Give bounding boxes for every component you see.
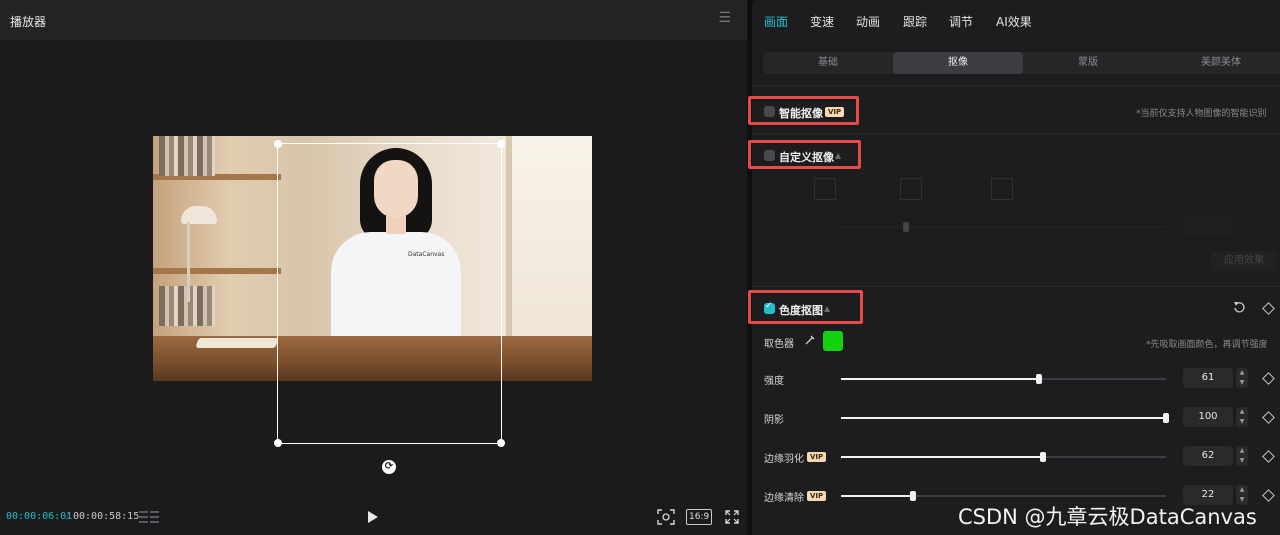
smart-cutout-label: 智能抠像 [779,107,823,120]
subtab-beauty[interactable]: 美颜美体 [1153,52,1280,74]
strength-slider[interactable] [841,374,1166,384]
resize-handle[interactable] [497,140,505,148]
slider-fill [841,495,913,497]
smart-cutout-note: *当前仅支持人物图像的智能识别 [1136,109,1267,119]
strength-label: 强度 [764,376,784,387]
chroma-key-label: 色度抠图 [779,304,823,317]
vip-badge: VIP [807,491,827,501]
lamp-pole [187,222,190,302]
edge-feather-slider[interactable] [841,452,1166,462]
window [506,136,592,336]
resize-handle[interactable] [274,439,282,447]
edge-feather-value[interactable]: 62 [1183,446,1233,466]
slider-knob[interactable] [1163,413,1169,423]
subtab-basic[interactable]: 基础 [763,52,893,74]
strength-value[interactable]: 61 [1183,368,1233,388]
fullscreen-icon[interactable] [724,509,740,525]
books [159,136,215,176]
stepper-icon[interactable]: ▲ ▼ [1236,446,1248,466]
menu-icon[interactable]: ☰ [718,10,731,26]
resize-handle[interactable] [497,439,505,447]
current-time: 00:00:06:01 [6,511,73,522]
slider-fill [841,417,1166,419]
eyedropper-icon[interactable] [804,334,816,346]
tab-adjust[interactable]: 调节 [949,13,973,30]
chroma-note: *先吸取画面颜色，再调节强度 [1146,340,1268,350]
watermark: CSDN @九章云极DataCanvas [958,505,1257,529]
tab-speed[interactable]: 变速 [810,13,834,30]
waveform-grid-icon[interactable] [139,510,159,524]
subtabs: 基础 抠像 蒙版 美颜美体 [763,52,1280,74]
brush-icon[interactable] [814,178,836,200]
slider-knob[interactable] [903,222,909,232]
reset-icon[interactable] [1233,301,1246,314]
play-icon[interactable] [364,509,380,525]
selection-box[interactable] [274,140,505,447]
slider-fill [841,456,1043,458]
tab-picture[interactable]: 画面 [764,13,788,30]
color-picker-label: 取色器 [764,339,794,350]
edge-feather-label: 边缘羽化 [764,454,804,465]
color-swatch[interactable] [823,331,843,351]
caret-up-icon[interactable]: ▲ [824,304,830,313]
player-header: 播放器 ☰ [0,0,747,40]
clear-icon[interactable] [991,178,1013,200]
stepper-icon[interactable]: ▲ ▼ [1236,407,1248,427]
subtab-mask[interactable]: 蒙版 [1023,52,1153,74]
aspect-ratio-button[interactable]: 16:9 [686,509,713,525]
custom-cutout-label: 自定义抠像 [779,151,834,164]
shelf [153,268,281,274]
book [195,338,279,348]
fit-screen-icon[interactable] [657,509,675,525]
edge-clear-slider[interactable] [841,491,1166,501]
eraser-icon[interactable] [900,178,922,200]
vip-badge: VIP [825,107,845,117]
keyframe-icon[interactable] [1262,450,1275,463]
tab-animation[interactable]: 动画 [856,13,880,30]
shadow-label: 阴影 [764,415,784,426]
slider-knob[interactable] [1039,452,1046,462]
tab-tracking[interactable]: 跟踪 [903,13,927,30]
property-tabs: 画面 变速 动画 跟踪 调节 AI效果 [752,0,1280,40]
time-separator: / [66,511,70,522]
caret-up-icon[interactable]: ▲ [835,151,841,160]
slider-fill [841,378,1040,380]
shadow-value[interactable]: 100 [1183,407,1233,427]
apply-effect-button[interactable]: 应用效果 [1211,251,1277,271]
keyframe-icon[interactable] [1262,489,1275,502]
edge-clear-label: 边缘清除 [764,493,804,504]
divider [752,85,1280,86]
properties-panel: 画面 变速 动画 跟踪 调节 AI效果 基础 抠像 蒙版 美颜美体 智能抠像 V… [748,0,1280,535]
chroma-key-checkbox[interactable] [764,301,775,314]
divider [752,133,1280,134]
resize-handle[interactable] [274,140,282,148]
slider-knob[interactable] [909,491,916,501]
stepper-icon[interactable]: ▲ ▼ [1236,368,1248,388]
rotate-icon[interactable]: ⟳ [382,460,396,474]
player-title: 播放器 [10,15,47,29]
keyframe-icon[interactable] [1262,302,1275,315]
tab-ai-effects[interactable]: AI效果 [996,13,1032,30]
custom-cutout-checkbox[interactable] [764,150,775,161]
keyframe-icon[interactable] [1262,411,1275,424]
player-panel: 播放器 ☰ DataCanvas ⟳ 00:00:06:01 / 00:00:5… [0,0,747,535]
divider [752,286,1280,287]
smart-cutout-checkbox[interactable] [764,106,775,117]
total-time: 00:00:58:15 [73,511,140,522]
vip-badge: VIP [807,452,827,462]
shadow-slider[interactable] [841,413,1169,423]
slider-knob[interactable] [1036,374,1043,384]
subtab-cutout[interactable]: 抠像 [893,52,1023,74]
brush-size-value[interactable] [1183,216,1233,236]
keyframe-icon[interactable] [1262,372,1275,385]
brush-size-slider[interactable] [841,222,1166,232]
